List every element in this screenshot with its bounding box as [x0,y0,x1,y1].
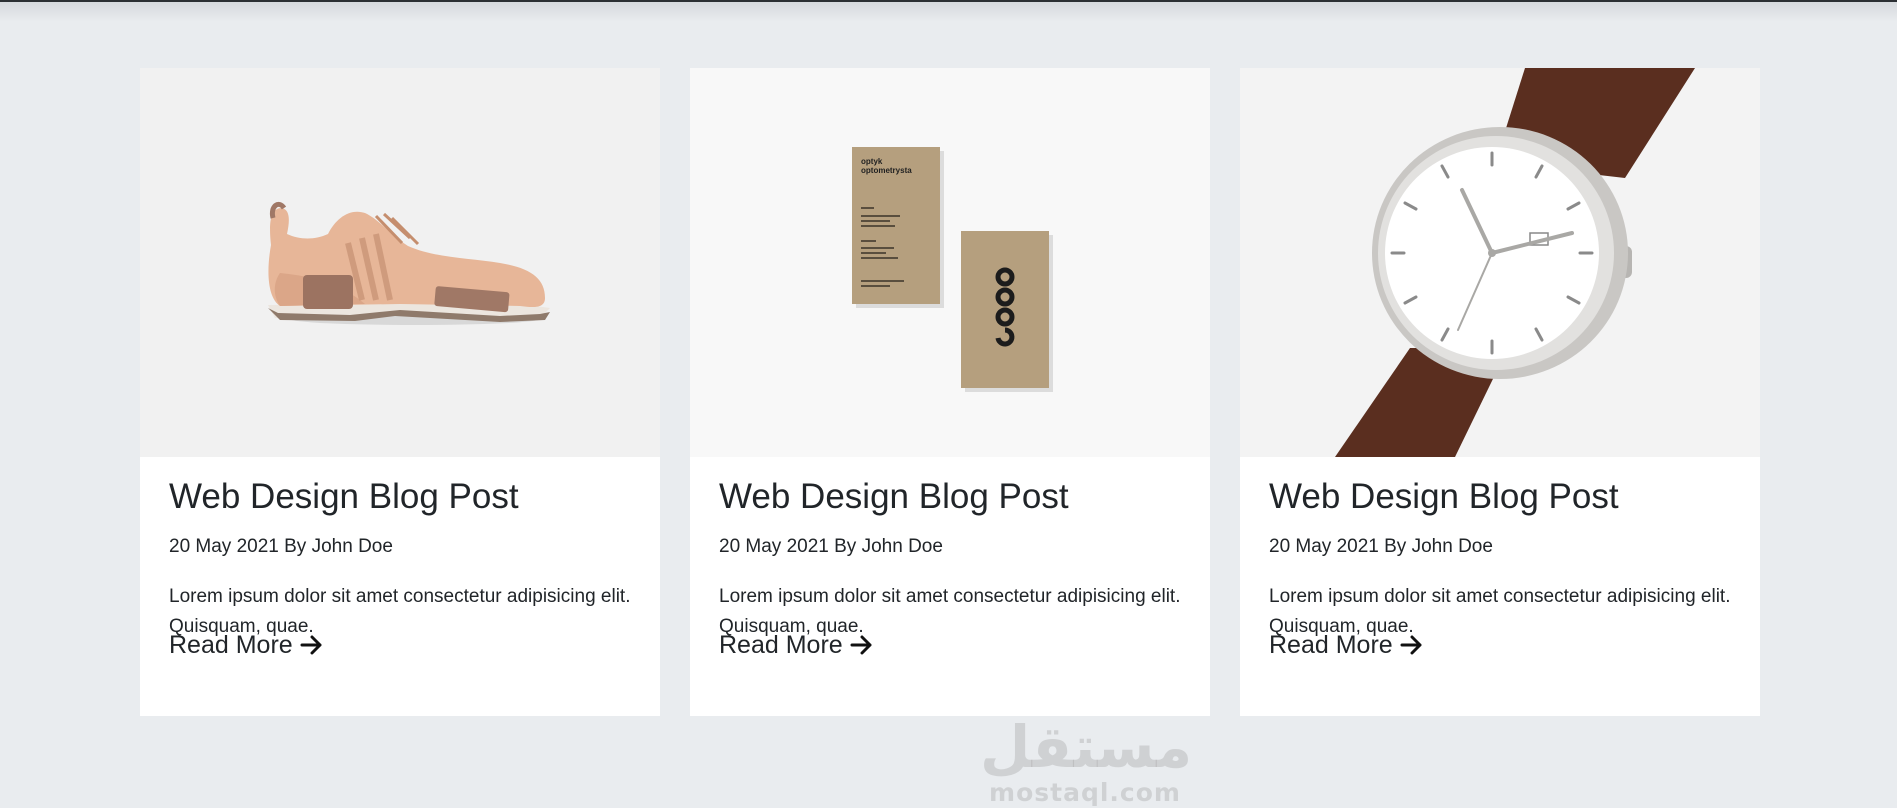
business-card-heading-1: optyk [861,157,883,166]
watermark-latin: mostaql.com [989,778,1181,807]
sneaker-image [140,68,660,457]
arrow-right-icon [850,635,874,655]
blog-card-image-sneaker[interactable] [140,68,660,457]
arrow-right-icon [1400,635,1424,655]
mostaql-watermark: مستقل mostaql.com [980,713,1193,808]
read-more-link[interactable]: Read More [719,630,874,660]
watch-image [1240,68,1760,457]
post-meta: 20 May 2021 By John Doe [169,536,393,557]
business-card-heading-2: optometrysta [861,166,912,175]
read-more-label: Read More [1269,631,1393,659]
watermark-arabic: مستقل [980,713,1193,781]
blog-card: optyk optometrysta Web Design Blog Post … [690,68,1210,716]
read-more-label: Read More [719,631,843,659]
post-title[interactable]: Web Design Blog Post [1269,477,1619,517]
blog-card-image-business-cards[interactable]: optyk optometrysta [690,68,1210,457]
post-meta: 20 May 2021 By John Doe [719,536,943,557]
post-meta: 20 May 2021 By John Doe [1269,536,1493,557]
top-bar-shadow [0,2,1897,22]
post-title[interactable]: Web Design Blog Post [169,477,519,517]
read-more-label: Read More [169,631,293,659]
arrow-right-icon [300,635,324,655]
read-more-link[interactable]: Read More [169,630,324,660]
blog-card-image-watch[interactable] [1240,68,1760,457]
blog-posts-section: Web Design Blog Post 20 May 2021 By John… [140,68,1760,807]
read-more-link[interactable]: Read More [1269,630,1424,660]
business-cards-image: optyk optometrysta [690,68,1210,457]
blog-card: Web Design Blog Post 20 May 2021 By John… [140,68,660,716]
post-title[interactable]: Web Design Blog Post [719,477,1069,517]
blog-card: Web Design Blog Post 20 May 2021 By John… [1240,68,1760,716]
